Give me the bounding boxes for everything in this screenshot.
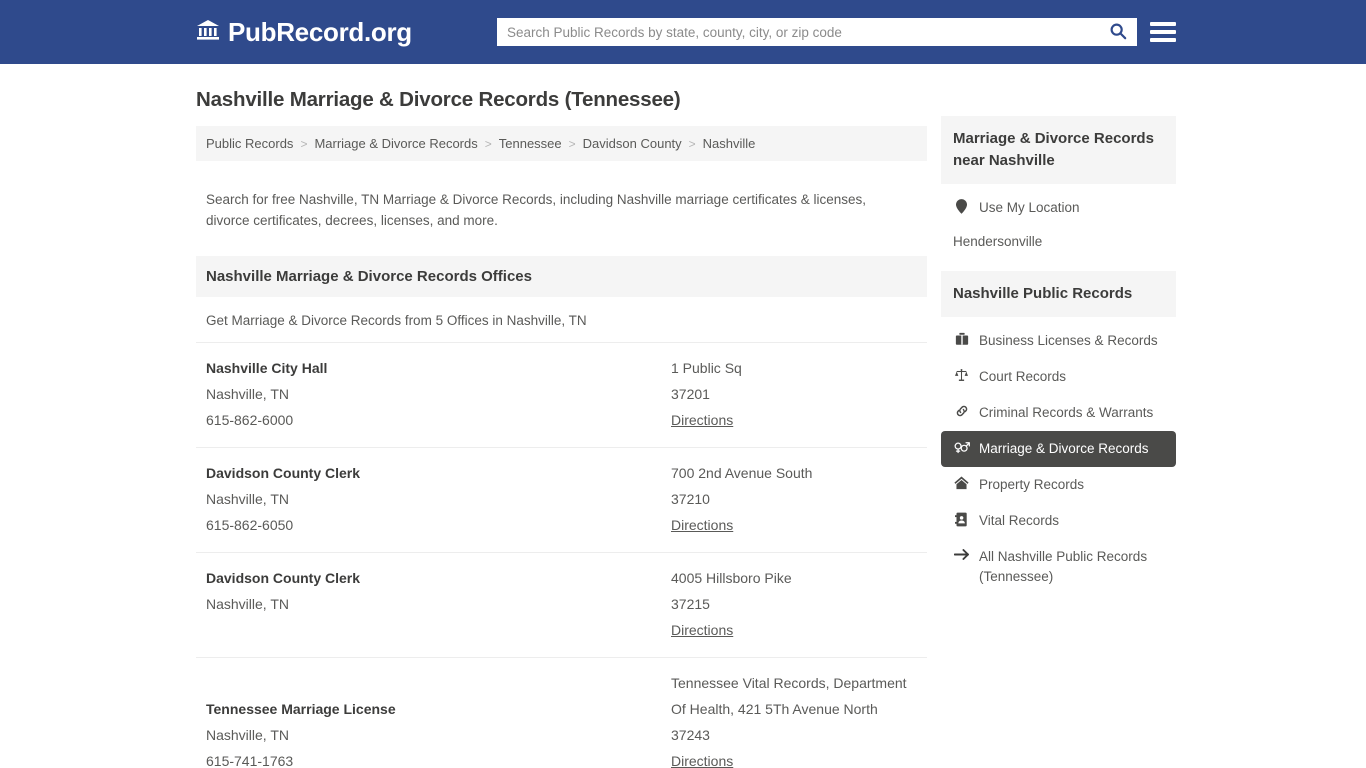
page-body: Nashville Marriage & Divorce Records (Te… [0,64,1366,768]
nearby-city-hendersonville[interactable]: Hendersonville [941,226,1176,257]
office-address-block: 700 2nd Avenue South 37210 Directions [671,460,917,538]
use-my-location-label: Use My Location [979,200,1080,215]
breadcrumb-item-3[interactable]: Davidson County [583,136,682,151]
chain-link-icon [953,404,970,418]
sidebar-item-criminal-records[interactable]: Criminal Records & Warrants [941,395,1176,431]
nearby-list: Use My Location Hendersonville [941,184,1176,257]
sidebar-item-all-public-records[interactable]: All Nashville Public Records (Tennessee) [941,539,1176,595]
office-info: Davidson County Clerk Nashville, TN [206,565,671,643]
office-name: Nashville City Hall [206,360,328,376]
office-address: 700 2nd Avenue South [671,465,813,481]
office-zip: 37201 [671,386,710,402]
hamburger-menu-icon[interactable] [1150,18,1178,46]
office-phone: 615-741-1763 [206,753,294,768]
directions-link[interactable]: Directions [671,617,733,643]
office-row: Tennessee Marriage License Nashville, TN… [196,657,927,768]
site-logo-text: PubRecord.org [228,16,412,47]
public-records-panel: Nashville Public Records Business Licens… [941,271,1176,595]
sidebar: Marriage & Divorce Records near Nashvill… [941,116,1176,609]
office-city-state: Nashville, TN [206,386,289,402]
breadcrumb-item-1[interactable]: Marriage & Divorce Records [314,136,477,151]
breadcrumb-item-2[interactable]: Tennessee [499,136,562,151]
office-row: Davidson County Clerk Nashville, TN 615-… [196,447,927,552]
office-name: Tennessee Marriage License [206,701,396,717]
public-records-panel-title: Nashville Public Records [941,271,1176,317]
sidebar-item-label: Marriage & Divorce Records [979,441,1149,456]
breadcrumb: Public Records > Marriage & Divorce Reco… [196,126,927,161]
breadcrumb-item-4[interactable]: Nashville [703,136,756,151]
nearby-panel-title: Marriage & Divorce Records near Nashvill… [941,116,1176,184]
office-address-block: 4005 Hillsboro Pike 37215 Directions [671,565,917,643]
office-zip: 37215 [671,596,710,612]
page-title: Nashville Marriage & Divorce Records (Te… [196,88,681,111]
offices-section-title: Nashville Marriage & Divorce Records Off… [196,256,927,297]
breadcrumb-separator: > [300,136,308,151]
office-name: Davidson County Clerk [206,570,361,586]
sidebar-item-label: Business Licenses & Records [979,333,1158,348]
office-info: Tennessee Marriage License Nashville, TN… [206,670,671,768]
office-info: Nashville City Hall Nashville, TN 615-86… [206,355,671,433]
office-phone: 615-862-6000 [206,412,294,428]
venus-mars-icon [953,440,970,454]
use-my-location-button[interactable]: Use My Location [941,190,1176,226]
public-records-list: Business Licenses & Records Court Record… [941,317,1176,595]
arrow-right-icon [953,548,970,561]
nearby-records-panel: Marriage & Divorce Records near Nashvill… [941,116,1176,257]
office-city-state: Nashville, TN [206,727,289,743]
office-row: Davidson County Clerk Nashville, TN 4005… [196,552,927,657]
home-icon [953,476,970,490]
directions-link[interactable]: Directions [671,748,733,768]
office-city-state: Nashville, TN [206,491,289,507]
office-row: Nashville City Hall Nashville, TN 615-86… [196,342,927,447]
office-phone: 615-862-6050 [206,517,294,533]
main-content: Nashville Marriage & Divorce Records (Te… [196,64,927,768]
office-name: Davidson County Clerk [206,465,361,481]
sidebar-item-property-records[interactable]: Property Records [941,467,1176,503]
directions-link[interactable]: Directions [671,512,733,538]
site-logo[interactable]: PubRecord.org [196,17,412,48]
office-city-state: Nashville, TN [206,596,289,612]
map-pin-icon [953,199,970,214]
sidebar-item-business-licenses[interactable]: Business Licenses & Records [941,323,1176,359]
scales-icon [953,368,970,382]
sidebar-item-label: Criminal Records & Warrants [979,405,1154,420]
site-header: PubRecord.org [0,0,1366,64]
address-book-icon [953,512,970,527]
offices-section-subtitle: Get Marriage & Divorce Records from 5 Of… [206,313,587,328]
briefcase-icon [953,332,970,346]
sidebar-item-label: Court Records [979,369,1067,384]
breadcrumb-separator: > [484,136,492,151]
breadcrumb-separator: > [568,136,576,151]
intro-description: Search for free Nashville, TN Marriage &… [206,191,867,228]
sidebar-item-court-records[interactable]: Court Records [941,359,1176,395]
search-icon [1109,22,1127,43]
sidebar-item-label: Vital Records [979,513,1060,528]
office-zip: 37243 [671,727,710,743]
breadcrumb-item-0[interactable]: Public Records [206,136,293,151]
sidebar-item-marriage-divorce-records[interactable]: Marriage & Divorce Records [941,431,1176,467]
directions-link[interactable]: Directions [671,407,733,433]
office-address: 1 Public Sq [671,360,742,376]
office-info: Davidson County Clerk Nashville, TN 615-… [206,460,671,538]
sidebar-item-label: All Nashville Public Records (Tennessee) [979,549,1148,584]
office-address-block: Tennessee Vital Records, Department Of H… [671,670,917,768]
search-input[interactable] [497,18,1105,46]
office-address: 4005 Hillsboro Pike [671,570,792,586]
office-zip: 37210 [671,491,710,507]
office-address: Tennessee Vital Records, Department Of H… [671,675,907,717]
search-bar [497,18,1137,46]
breadcrumb-separator: > [688,136,696,151]
sidebar-item-label: Property Records [979,477,1085,492]
bank-icon [196,17,220,48]
sidebar-item-vital-records[interactable]: Vital Records [941,503,1176,539]
office-address-block: 1 Public Sq 37201 Directions [671,355,917,433]
search-button[interactable] [1105,18,1137,46]
